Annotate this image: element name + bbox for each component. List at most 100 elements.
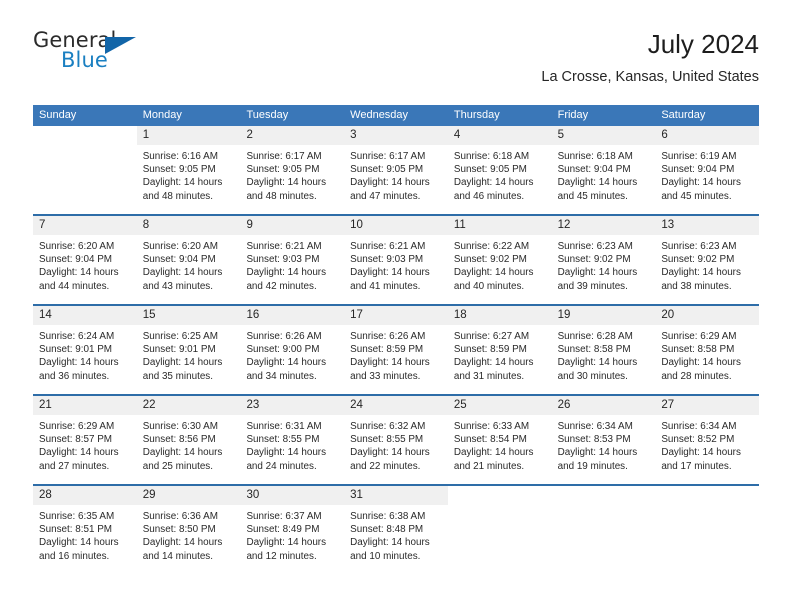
day-details: Sunrise: 6:36 AM Sunset: 8:50 PM Daylight:… xyxy=(137,505,241,563)
day-number: 1 xyxy=(136,126,241,145)
day-detail-line: and 28 minutes. xyxy=(661,370,732,382)
day-number: 13 xyxy=(655,216,760,235)
day-number: 30 xyxy=(240,486,345,505)
day-details: Sunrise: 6:23 AM Sunset: 9:02 PM Daylight:… xyxy=(655,235,759,293)
general-blue-logo[interactable]: General Blue xyxy=(33,28,153,76)
weekday-header-thursday: Thursday xyxy=(453,109,500,121)
day-details: Sunrise: 6:28 AM Sunset: 8:58 PM Daylight:… xyxy=(552,325,656,383)
day-detail-line: Sunrise: 6:23 AM xyxy=(661,241,737,252)
day-detail-line: Sunset: 9:02 PM xyxy=(557,254,631,266)
day-detail-line: and 25 minutes. xyxy=(142,460,213,472)
day-detail-line: and 47 minutes. xyxy=(350,190,421,202)
title-block: July 2024 La Crosse, Kansas, United Stat… xyxy=(541,28,759,86)
day-detail-line: Daylight: 14 hours xyxy=(557,357,638,369)
day-detail-line: and 24 minutes. xyxy=(246,460,317,472)
day-detail-line: Sunrise: 6:32 AM xyxy=(350,421,426,432)
day-detail-line: Sunset: 9:04 PM xyxy=(142,254,216,266)
day-details: Sunrise: 6:32 AM Sunset: 8:55 PM Daylight:… xyxy=(344,415,448,473)
weekday-header-sunday: Sunday xyxy=(39,109,77,121)
day-number: 18 xyxy=(447,306,552,325)
day-number: 5 xyxy=(551,126,656,145)
day-detail-line: Sunset: 8:57 PM xyxy=(39,434,113,446)
day-number: 22 xyxy=(136,396,241,415)
weekday-header-tuesday: Tuesday xyxy=(246,109,289,121)
day-cell[interactable]: 11 Sunrise: 6:22 AM Sunset: 9:02 PM Dayligh… xyxy=(447,216,552,304)
day-details xyxy=(33,145,137,150)
day-detail-line: and 48 minutes. xyxy=(246,190,317,202)
day-detail-line: and 30 minutes. xyxy=(557,370,628,382)
day-cell[interactable]: 2 Sunrise: 6:17 AM Sunset: 9:05 PM Daylight… xyxy=(240,126,345,214)
logo-text-blue: Blue xyxy=(61,48,108,72)
day-detail-line: Sunset: 8:56 PM xyxy=(142,434,216,446)
day-cell[interactable]: 30 Sunrise: 6:37 AM Sunset: 8:49 PM Dayligh… xyxy=(240,486,345,574)
day-number xyxy=(33,126,137,145)
day-detail-line: and 21 minutes. xyxy=(453,460,525,472)
day-detail-line: Sunset: 9:00 PM xyxy=(246,344,320,356)
day-detail-line: Daylight: 14 hours xyxy=(350,267,430,279)
page-header: General Blue July 2024 La Crosse, Kansas… xyxy=(33,28,759,100)
day-cell[interactable]: 1 Sunrise: 6:16 AM Sunset: 9:05 PM Daylight… xyxy=(136,126,241,214)
day-detail-line: Daylight: 14 hours xyxy=(39,447,119,459)
day-detail-line: and 31 minutes. xyxy=(453,370,525,382)
day-cell[interactable]: 22 Sunrise: 6:30 AM Sunset: 8:56 PM Dayligh… xyxy=(136,396,241,484)
day-detail-line: Sunset: 8:53 PM xyxy=(557,434,631,446)
day-cell[interactable]: 12 Sunrise: 6:23 AM Sunset: 9:02 PM Dayligh… xyxy=(551,216,656,304)
day-cell[interactable]: 23 Sunrise: 6:31 AM Sunset: 8:55 PM Dayligh… xyxy=(240,396,345,484)
day-detail-line: Daylight: 14 hours xyxy=(246,267,327,279)
day-cell[interactable]: 20 Sunrise: 6:29 AM Sunset: 8:58 PM Dayligh… xyxy=(655,306,760,394)
day-detail-line: Sunrise: 6:34 AM xyxy=(557,421,633,432)
day-detail-line: Daylight: 14 hours xyxy=(142,537,223,549)
day-details: Sunrise: 6:38 AM Sunset: 8:48 PM Daylight:… xyxy=(344,505,448,563)
day-cell[interactable]: 31 Sunrise: 6:38 AM Sunset: 8:48 PM Dayligh… xyxy=(344,486,448,574)
day-cell[interactable]: 14 Sunrise: 6:24 AM Sunset: 9:01 PM Dayligh… xyxy=(33,306,137,394)
day-cell[interactable]: 8 Sunrise: 6:20 AM Sunset: 9:04 PM Daylight… xyxy=(136,216,241,304)
day-cell[interactable]: 6 Sunrise: 6:19 AM Sunset: 9:04 PM Daylight… xyxy=(655,126,760,214)
day-detail-line: and 41 minutes. xyxy=(350,280,421,292)
day-cell[interactable]: 15 Sunrise: 6:25 AM Sunset: 9:01 PM Dayligh… xyxy=(136,306,241,394)
day-cell[interactable]: 28 Sunrise: 6:35 AM Sunset: 8:51 PM Dayligh… xyxy=(33,486,137,574)
day-cell-empty xyxy=(33,126,137,214)
day-cell[interactable]: 25 Sunrise: 6:33 AM Sunset: 8:54 PM Dayligh… xyxy=(447,396,552,484)
day-cell[interactable]: 9 Sunrise: 6:21 AM Sunset: 9:03 PM Daylight… xyxy=(240,216,345,304)
day-detail-line: Sunset: 9:05 PM xyxy=(142,164,216,176)
day-detail-line: Daylight: 14 hours xyxy=(246,357,327,369)
day-detail-line: Sunrise: 6:28 AM xyxy=(557,331,633,342)
day-detail-line: Sunrise: 6:17 AM xyxy=(350,151,426,162)
day-number: 19 xyxy=(551,306,656,325)
day-cell[interactable]: 13 Sunrise: 6:23 AM Sunset: 9:02 PM Dayligh… xyxy=(655,216,760,304)
day-details: Sunrise: 6:29 AM Sunset: 8:58 PM Daylight:… xyxy=(655,325,759,383)
day-detail-line: Daylight: 14 hours xyxy=(350,177,430,189)
day-cell[interactable]: 19 Sunrise: 6:28 AM Sunset: 8:58 PM Dayligh… xyxy=(551,306,656,394)
day-cell[interactable]: 26 Sunrise: 6:34 AM Sunset: 8:53 PM Dayligh… xyxy=(551,396,656,484)
day-detail-line: Sunrise: 6:22 AM xyxy=(453,241,530,252)
day-cell[interactable]: 4 Sunrise: 6:18 AM Sunset: 9:05 PM Daylight… xyxy=(447,126,552,214)
day-cell[interactable]: 21 Sunrise: 6:29 AM Sunset: 8:57 PM Dayligh… xyxy=(33,396,137,484)
day-cell[interactable]: 5 Sunrise: 6:18 AM Sunset: 9:04 PM Daylight… xyxy=(551,126,656,214)
day-cell[interactable]: 7 Sunrise: 6:20 AM Sunset: 9:04 PM Daylight… xyxy=(33,216,137,304)
day-number: 12 xyxy=(551,216,656,235)
day-number: 11 xyxy=(447,216,552,235)
day-cell[interactable]: 24 Sunrise: 6:32 AM Sunset: 8:55 PM Dayligh… xyxy=(344,396,448,484)
day-cell[interactable]: 10 Sunrise: 6:21 AM Sunset: 9:03 PM Dayligh… xyxy=(344,216,448,304)
day-detail-line: and 43 minutes. xyxy=(142,280,213,292)
day-details: Sunrise: 6:25 AM Sunset: 9:01 PM Daylight:… xyxy=(137,325,241,383)
day-number: 8 xyxy=(136,216,241,235)
day-cell[interactable]: 27 Sunrise: 6:34 AM Sunset: 8:52 PM Dayligh… xyxy=(655,396,760,484)
day-detail-line: Daylight: 14 hours xyxy=(142,447,223,459)
day-details: Sunrise: 6:20 AM Sunset: 9:04 PM Daylight:… xyxy=(33,235,137,293)
day-details xyxy=(655,505,759,510)
day-cell[interactable]: 3 Sunrise: 6:17 AM Sunset: 9:05 PM Daylight… xyxy=(344,126,448,214)
day-detail-line: and 12 minutes. xyxy=(246,550,317,562)
day-detail-line: Sunrise: 6:29 AM xyxy=(661,331,737,342)
day-detail-line: Sunset: 8:52 PM xyxy=(661,434,735,446)
day-cell[interactable]: 16 Sunrise: 6:26 AM Sunset: 9:00 PM Dayligh… xyxy=(240,306,345,394)
day-cell[interactable]: 18 Sunrise: 6:27 AM Sunset: 8:59 PM Dayligh… xyxy=(447,306,552,394)
day-detail-line: Sunset: 9:02 PM xyxy=(453,254,527,266)
day-cell[interactable]: 29 Sunrise: 6:36 AM Sunset: 8:50 PM Dayligh… xyxy=(136,486,241,574)
day-detail-line: Sunrise: 6:35 AM xyxy=(39,511,115,522)
day-detail-line: and 38 minutes. xyxy=(661,280,732,292)
day-cell[interactable]: 17 Sunrise: 6:26 AM Sunset: 8:59 PM Dayligh… xyxy=(344,306,448,394)
day-detail-line: Sunrise: 6:30 AM xyxy=(142,421,218,432)
day-number: 26 xyxy=(551,396,656,415)
day-detail-line: Sunset: 9:05 PM xyxy=(453,164,527,176)
